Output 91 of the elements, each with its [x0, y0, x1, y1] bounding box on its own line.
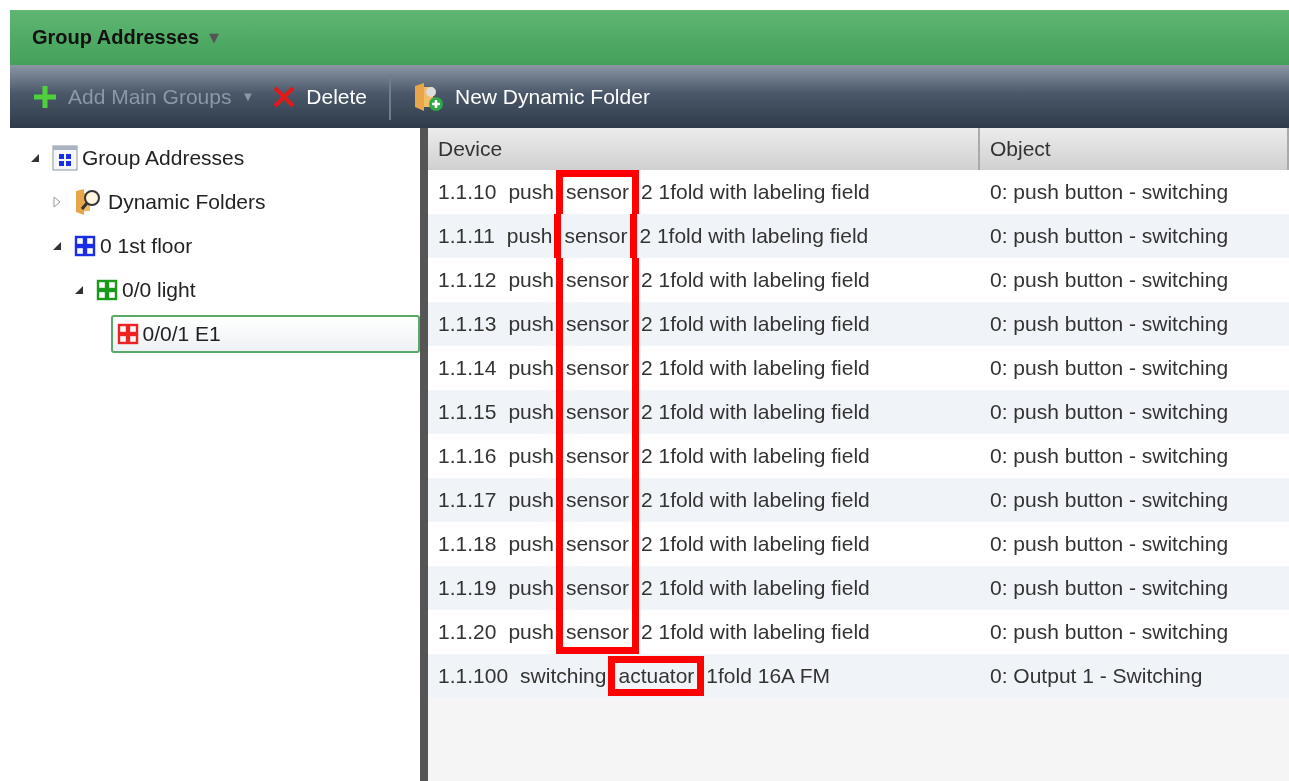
tree-item[interactable]: Dynamic Folders: [68, 181, 274, 223]
device-address: 1.1.14: [438, 356, 497, 380]
device-name: push: [508, 356, 554, 380]
highlight-frame: sensor: [555, 434, 639, 478]
highlight-frame: sensor: [555, 478, 639, 522]
panel-title: Group Addresses: [32, 26, 200, 49]
device-address: 1.1.10: [438, 180, 497, 204]
tree-item[interactable]: Group Addresses: [46, 137, 253, 179]
device-address: 1.1.15: [438, 400, 497, 424]
device-name: 2 1fold with labeling field: [640, 356, 870, 380]
device-name: 2 1fold with labeling field: [640, 532, 870, 556]
highlight-frame: actuator: [608, 656, 705, 696]
device-name: push: [508, 268, 554, 292]
highlight-frame: sensor: [555, 170, 639, 214]
grid-icon: [74, 235, 96, 257]
device-name: 2 1fold with labeling field: [640, 268, 870, 292]
table-row[interactable]: 1.1.20 push sensor 2 1fold with labeling field 0: push button - switching: [428, 610, 1289, 654]
device-address: 1.1.19: [438, 576, 497, 600]
table-cell-text: 0: push button - switching: [989, 443, 1230, 469]
device-address: 1.1.12: [438, 268, 497, 292]
device-name: 1fold 16A FM: [706, 664, 831, 688]
tree-item[interactable]: 0 1st floor: [68, 225, 201, 267]
table-cell-text: 0: push button - switching: [989, 399, 1230, 425]
table-cell-text: 0: push button - switching: [989, 487, 1230, 513]
toolbar-button[interactable]: New Dynamic Folder: [407, 77, 656, 116]
table-cell-text: 0: push button - switching: [989, 267, 1230, 293]
table-row[interactable]: 1.1.11 push sensor 2 1fold with labeling field 0: push button - switching: [428, 214, 1289, 258]
table-cell-text: 0: push button - switching: [989, 223, 1230, 249]
table-row[interactable]: 1.1.100 switching actuator 1fold 16A FM 0: Output 1 - Switching: [428, 654, 1289, 698]
table-row[interactable]: 1.1.19 push sensor 2 1fold with labeling field 0: push button - switching: [428, 566, 1289, 610]
table-cell-text: 0: Output 1 - Switching: [989, 663, 1204, 689]
expanded-arrow-icon[interactable]: [52, 241, 62, 251]
highlight-frame: sensor: [555, 390, 639, 434]
tree-item[interactable]: 0/0 light: [90, 269, 204, 311]
device-name: push: [508, 180, 554, 204]
device-name: push: [508, 488, 554, 512]
highlight-frame: sensor: [555, 610, 639, 654]
table-cell-text: 0: push button - switching: [989, 531, 1230, 557]
grid-icon: [96, 279, 118, 301]
table-row[interactable]: 1.1.13 push sensor 2 1fold with labeling field 0: push button - switching: [428, 302, 1289, 346]
device-address: 1.1.100: [438, 664, 509, 688]
device-address: 1.1.20: [438, 620, 497, 644]
device-name: push: [508, 400, 554, 424]
device-name: push: [508, 312, 554, 336]
device-name: 2 1fold with labeling field: [640, 488, 870, 512]
device-name: switching: [520, 664, 607, 688]
device-address: 1.1.17: [438, 488, 497, 512]
table-cell-text: 0: push button - switching: [989, 179, 1230, 205]
table-row[interactable]: 1.1.14 push sensor 2 1fold with labeling field 0: push button - switching: [428, 346, 1289, 390]
device-name: push: [508, 576, 554, 600]
table-row[interactable]: 1.1.10 push sensor 2 1fold with labeling field 0: push button - switching: [428, 170, 1289, 214]
table-cell-text: 0: push button - switching: [989, 575, 1230, 601]
device-name: 2 1fold with labeling field: [639, 224, 869, 248]
highlight-frame: sensor: [555, 258, 639, 302]
plus-icon: [32, 83, 58, 110]
table-row[interactable]: 1.1.12 push sensor 2 1fold with labeling field 0: push button - switching: [428, 258, 1289, 302]
table-row[interactable]: 1.1.16 push sensor 2 1fold with labeling field 0: push button - switching: [428, 434, 1289, 478]
toolbar-button[interactable]: Delete: [266, 80, 373, 113]
expanded-arrow-icon[interactable]: [30, 153, 40, 163]
window-grid-icon: [52, 145, 78, 171]
highlight-frame: sensor: [555, 566, 639, 610]
device-address: 1.1.11: [438, 224, 495, 248]
table-row[interactable]: 1.1.17 push sensor 2 1fold with labeling field 0: push button - switching: [428, 478, 1289, 522]
table-cell-text: 0: push button - switching: [989, 619, 1230, 645]
device-name: push: [508, 620, 554, 644]
close-icon: [272, 84, 297, 109]
device-address: 1.1.18: [438, 532, 497, 556]
device-name: 2 1fold with labeling field: [640, 400, 870, 424]
table-cell-text: 0: push button - switching: [989, 355, 1230, 381]
highlight-frame: sensor: [555, 522, 639, 566]
device-name: push: [508, 444, 554, 468]
highlight-frame: sensor: [555, 346, 639, 390]
expanded-arrow-icon[interactable]: [74, 285, 84, 295]
device-name: 2 1fold with labeling field: [640, 312, 870, 336]
device-name: 2 1fold with labeling field: [640, 180, 870, 204]
device-name: push: [506, 224, 553, 248]
table-row[interactable]: 1.1.18 push sensor 2 1fold with labeling field 0: push button - switching: [428, 522, 1289, 566]
highlight-frame: sensor: [554, 214, 638, 258]
device-name: 2 1fold with labeling field: [640, 620, 870, 644]
tree-item[interactable]: 0/0/1 E1: [110, 315, 420, 353]
device-name: 2 1fold with labeling field: [640, 444, 870, 468]
device-address: 1.1.16: [438, 444, 497, 468]
device-name: push: [508, 532, 554, 556]
highlight-frame: sensor: [555, 302, 639, 346]
device-address: 1.1.13: [438, 312, 497, 336]
collapsed-arrow-icon[interactable]: [53, 196, 61, 208]
table-row[interactable]: 1.1.15 push sensor 2 1fold with labeling field 0: push button - switching: [428, 390, 1289, 434]
grid-icon: [116, 323, 139, 345]
device-name: 2 1fold with labeling field: [640, 576, 870, 600]
folder-plus-icon: [413, 81, 445, 112]
table-cell-text: 0: push button - switching: [989, 311, 1230, 337]
